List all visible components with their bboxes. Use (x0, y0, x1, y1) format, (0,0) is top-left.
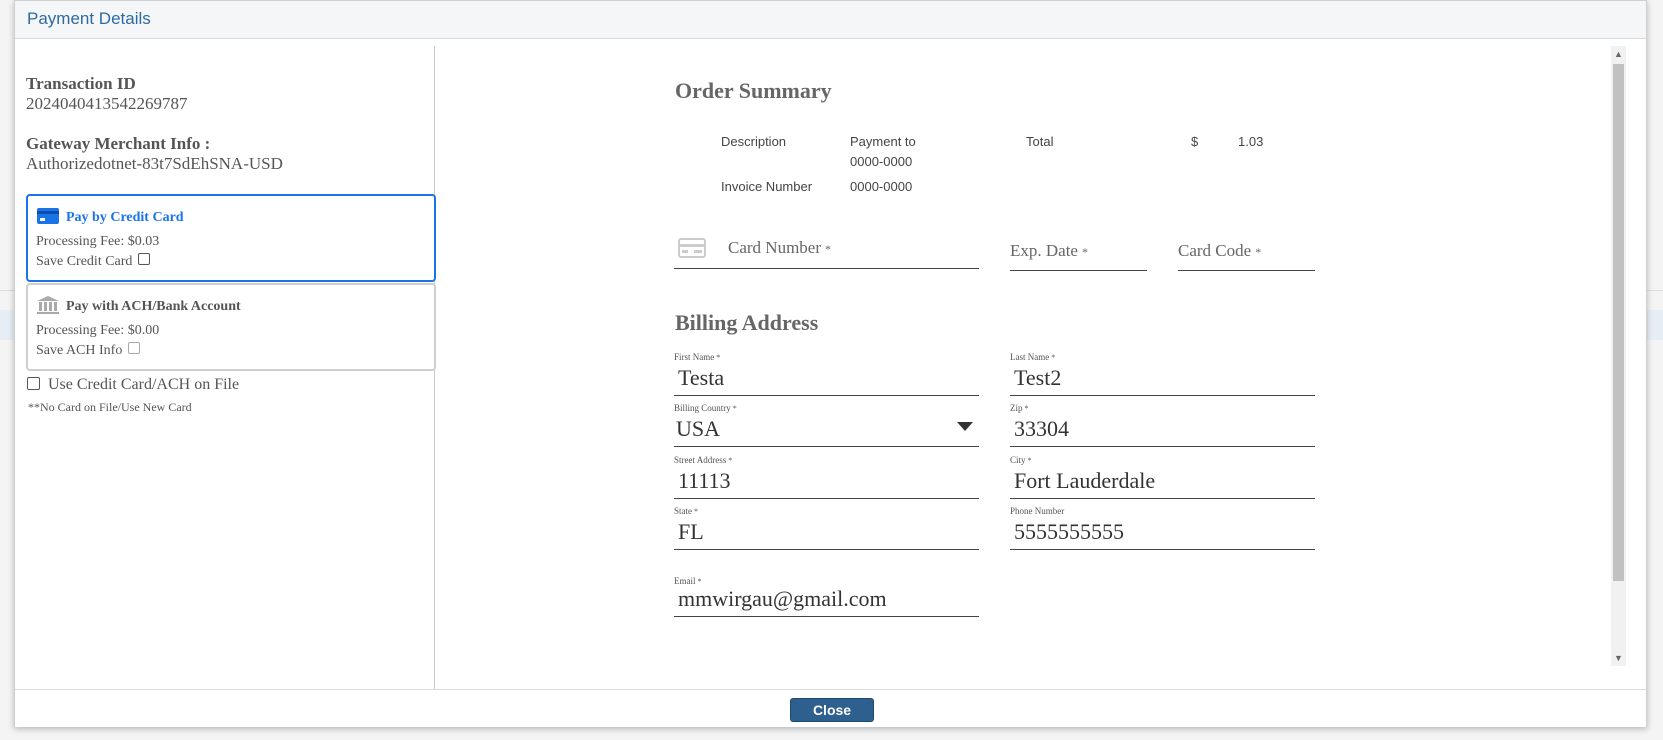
description-value-line2: 0000-0000 (850, 154, 913, 169)
state-label: State * (674, 506, 698, 516)
card-code-field[interactable]: Card Code * (1178, 226, 1315, 271)
phone-number-label: Phone Number (1010, 506, 1065, 516)
merchant-info-label: Gateway Merchant Info : (26, 134, 211, 153)
state-value: FL (678, 519, 704, 544)
exp-date-field[interactable]: Exp. Date * (1010, 226, 1147, 271)
close-button[interactable]: Close (790, 698, 874, 722)
payment-details-modal: Payment Details Transaction ID 202404041… (14, 0, 1647, 727)
billing-country-value: USA (676, 416, 721, 441)
form-scrollbar[interactable]: ▲ ▼ (1611, 46, 1626, 666)
credit-processing-fee: Processing Fee: $0.03 (36, 234, 160, 249)
scroll-down-icon[interactable]: ▼ (1614, 653, 1623, 663)
phone-number-field[interactable]: Phone Number 5555555555 (1010, 506, 1315, 550)
scrollbar-thumb[interactable] (1613, 64, 1624, 581)
street-address-value: 11113 (678, 468, 731, 493)
merchant-info-value: Authorizedotnet-83t7SdEhSNA-USD (26, 154, 283, 173)
zip-value: 33304 (1014, 416, 1069, 441)
bank-icon (37, 296, 59, 314)
save-credit-card-label: Save Credit Card (36, 254, 133, 269)
first-name-field[interactable]: First Name * Testa (674, 352, 979, 396)
city-label: City * (1010, 455, 1032, 465)
billing-country-select[interactable]: Billing Country * USA (674, 403, 979, 447)
use-on-file-checkbox[interactable] (27, 376, 40, 390)
pay-credit-card-option[interactable]: Pay by Credit Card Processing Fee: $0.03… (26, 194, 436, 282)
state-field[interactable]: State * FL (674, 506, 979, 550)
zip-label: Zip * (1010, 403, 1029, 413)
left-panel: Transaction ID 2024040413542269787 Gatew… (15, 46, 436, 689)
caret-down-icon (957, 422, 973, 431)
save-credit-card-checkbox[interactable] (138, 252, 151, 265)
scroll-up-icon[interactable]: ▲ (1614, 49, 1623, 59)
description-value-line1: Payment to (850, 134, 916, 149)
use-on-file-label: Use Credit Card/ACH on File (48, 376, 240, 393)
city-value: Fort Lauderdale (1014, 468, 1156, 493)
invoice-value: 0000-0000 (850, 179, 913, 194)
pay-ach-title: Pay with ACH/Bank Account (66, 299, 241, 314)
billing-country-label: Billing Country * (674, 403, 737, 413)
phone-number-value: 5555555555 (1014, 519, 1124, 544)
transaction-id-value: 2024040413542269787 (26, 94, 188, 113)
invoice-label: Invoice Number (721, 179, 813, 194)
save-ach-row: Save ACH Info (36, 341, 141, 359)
total-label: Total (1026, 134, 1054, 149)
zip-field[interactable]: Zip * 33304 (1010, 403, 1315, 447)
last-name-field[interactable]: Last Name * Test2 (1010, 352, 1315, 396)
payment-form-panel: Order Summary Description Payment to 000… (435, 46, 1630, 689)
street-address-label: Street Address * (674, 455, 733, 465)
email-value: mmwirgau@gmail.com (678, 586, 887, 611)
billing-address-title: Billing Address (675, 310, 819, 335)
modal-title: Payment Details (27, 9, 151, 28)
save-ach-label: Save ACH Info (36, 343, 123, 358)
exp-date-label: Exp. Date * (1010, 241, 1088, 260)
email-label: Email * (674, 576, 702, 586)
description-label: Description (721, 134, 787, 149)
email-field[interactable]: Email * mmwirgau@gmail.com (674, 576, 979, 617)
card-icon (678, 238, 706, 258)
use-on-file-row: Use Credit Card/ACH on File (27, 376, 239, 394)
order-summary-title: Order Summary (675, 78, 832, 103)
on-file-note: **No Card on File/Use New Card (28, 400, 192, 414)
street-address-field[interactable]: Street Address * 11113 (674, 455, 979, 499)
modal-footer: Close (15, 689, 1646, 727)
transaction-id-label: Transaction ID (26, 74, 136, 93)
save-credit-card-row: Save Credit Card (36, 252, 151, 270)
last-name-value: Test2 (1014, 365, 1062, 390)
modal-header: Payment Details (15, 1, 1646, 39)
card-code-label: Card Code * (1178, 241, 1262, 260)
currency-symbol: $ (1191, 134, 1199, 149)
first-name-label: First Name * (674, 352, 721, 362)
credit-card-icon (37, 208, 59, 224)
first-name-value: Testa (678, 365, 725, 390)
pay-ach-option[interactable]: Pay with ACH/Bank Account Processing Fee… (26, 283, 436, 371)
pay-credit-card-title: Pay by Credit Card (66, 210, 184, 225)
card-number-field[interactable]: Card Number * (674, 226, 979, 269)
card-number-label: Card Number * (728, 238, 832, 257)
last-name-label: Last Name * (1010, 352, 1056, 362)
total-value: 1.03 (1238, 134, 1264, 149)
save-ach-checkbox[interactable] (128, 341, 141, 354)
ach-processing-fee: Processing Fee: $0.00 (36, 323, 160, 338)
city-field[interactable]: City * Fort Lauderdale (1010, 455, 1315, 499)
